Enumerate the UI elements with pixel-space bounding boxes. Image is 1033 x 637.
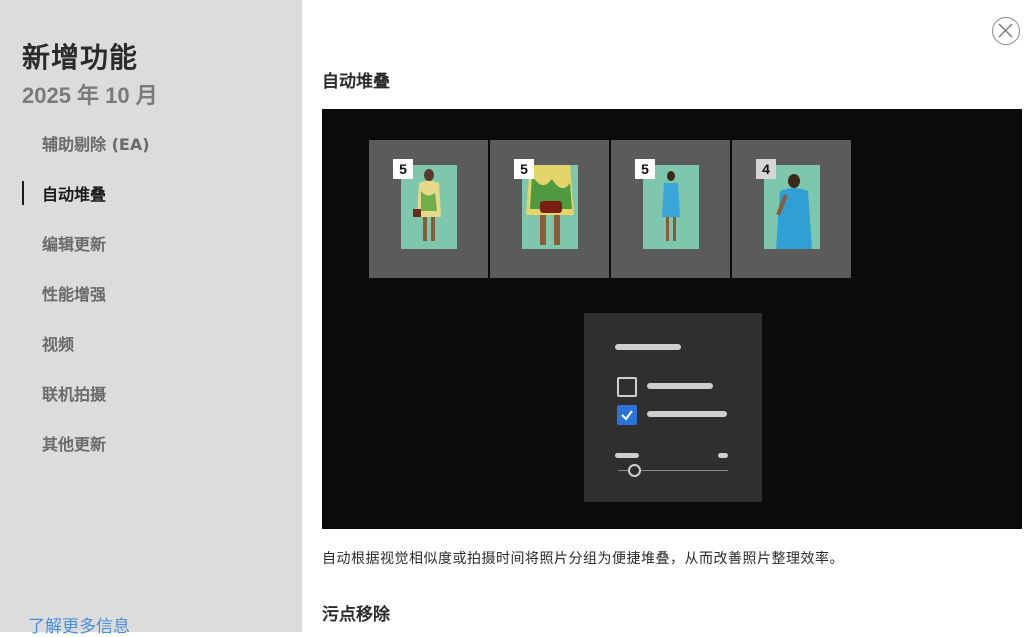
- active-indicator: [22, 181, 24, 205]
- placeholder-bar: [718, 453, 728, 458]
- sidebar-item-performance[interactable]: 性能增强: [0, 280, 302, 330]
- sidebar-item-auto-stacking[interactable]: 自动堆叠: [0, 180, 302, 230]
- stack-thumbnail: 5: [490, 140, 609, 278]
- stack-count-badge: 4: [756, 159, 776, 179]
- feature-description: 自动根据视觉相似度或拍摄时间将照片分组为便捷堆叠，从而改善照片整理效率。: [322, 551, 844, 567]
- stack-count-badge: 5: [393, 159, 413, 179]
- close-button[interactable]: [992, 17, 1020, 45]
- stack-thumbnail: 5: [611, 140, 730, 278]
- stacking-settings-panel: [584, 313, 762, 502]
- sidebar-item-assisted-culling[interactable]: 辅助剔除 (EA): [0, 130, 302, 180]
- checkmark-icon: [621, 410, 633, 421]
- placeholder-bar: [647, 411, 727, 417]
- stack-thumbnail: 5: [369, 140, 488, 278]
- stack-count-badge: 5: [635, 159, 655, 179]
- sidebar: 新增功能 2025 年 10 月 辅助剔除 (EA) 自动堆叠 编辑更新 性能增…: [0, 0, 302, 637]
- checkbox-checked: [617, 405, 637, 425]
- placeholder-bar: [615, 344, 681, 350]
- sidebar-item-editing-updates[interactable]: 编辑更新: [0, 230, 302, 280]
- sidebar-item-other-updates[interactable]: 其他更新: [0, 430, 302, 480]
- stack-thumbnail: 4: [732, 140, 851, 278]
- close-icon: [998, 23, 1013, 38]
- sidebar-item-label: 其他更新: [42, 435, 107, 454]
- learn-more-link[interactable]: 了解更多信息: [28, 612, 130, 637]
- sidebar-item-label: 辅助剔除 (EA): [42, 135, 150, 154]
- sidebar-item-label: 视频: [42, 335, 75, 354]
- stack-count-badge: 5: [514, 159, 534, 179]
- sidebar-item-label: 自动堆叠: [42, 185, 107, 204]
- section-title: 污点移除: [322, 605, 390, 625]
- sidebar-item-video[interactable]: 视频: [0, 330, 302, 380]
- placeholder-bar: [647, 383, 713, 389]
- sidebar-item-label: 性能增强: [42, 285, 107, 304]
- placeholder-bar: [615, 453, 639, 458]
- release-date: 2025 年 10 月: [22, 83, 158, 108]
- sidebar-item-tethered-capture[interactable]: 联机拍摄: [0, 380, 302, 430]
- app-title: 新增功能: [22, 41, 139, 74]
- sidebar-nav: 辅助剔除 (EA) 自动堆叠 编辑更新 性能增强 视频 联机拍摄 其他更新: [0, 130, 302, 480]
- sidebar-item-label: 编辑更新: [42, 235, 107, 254]
- checkbox-unchecked: [617, 377, 637, 397]
- section-title: 自动堆叠: [322, 72, 390, 92]
- slider-knob: [628, 464, 641, 477]
- sidebar-item-label: 联机拍摄: [42, 385, 107, 404]
- feature-illustration: 5 5 5 4: [322, 109, 1022, 529]
